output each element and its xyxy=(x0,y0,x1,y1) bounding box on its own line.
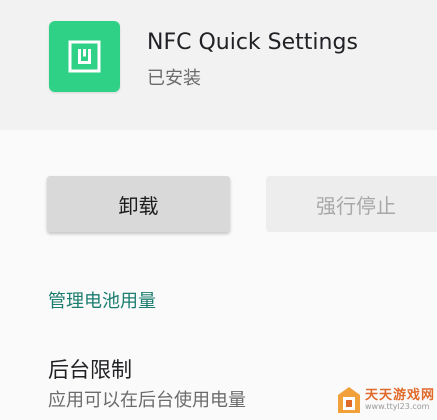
watermark-url: www.ttyl23.com xyxy=(365,402,430,411)
watermark-logo-icon xyxy=(338,387,360,413)
site-watermark: 天天游戏网 www.ttyl23.com xyxy=(331,381,437,420)
app-header: NFC Quick Settings 已安装 xyxy=(0,0,437,130)
force-stop-button[interactable]: 强行停止 xyxy=(266,176,437,232)
app-name: NFC Quick Settings xyxy=(147,30,358,55)
uninstall-button[interactable]: 卸载 xyxy=(47,176,230,232)
watermark-name: 天天游戏网 xyxy=(365,388,436,403)
app-install-status: 已安装 xyxy=(147,68,201,89)
background-limit-title: 后台限制 xyxy=(48,358,132,382)
nfc-icon xyxy=(49,21,120,92)
battery-section-title[interactable]: 管理电池用量 xyxy=(48,287,156,313)
background-limit-summary: 应用可以在后台使用电量 xyxy=(48,390,246,411)
